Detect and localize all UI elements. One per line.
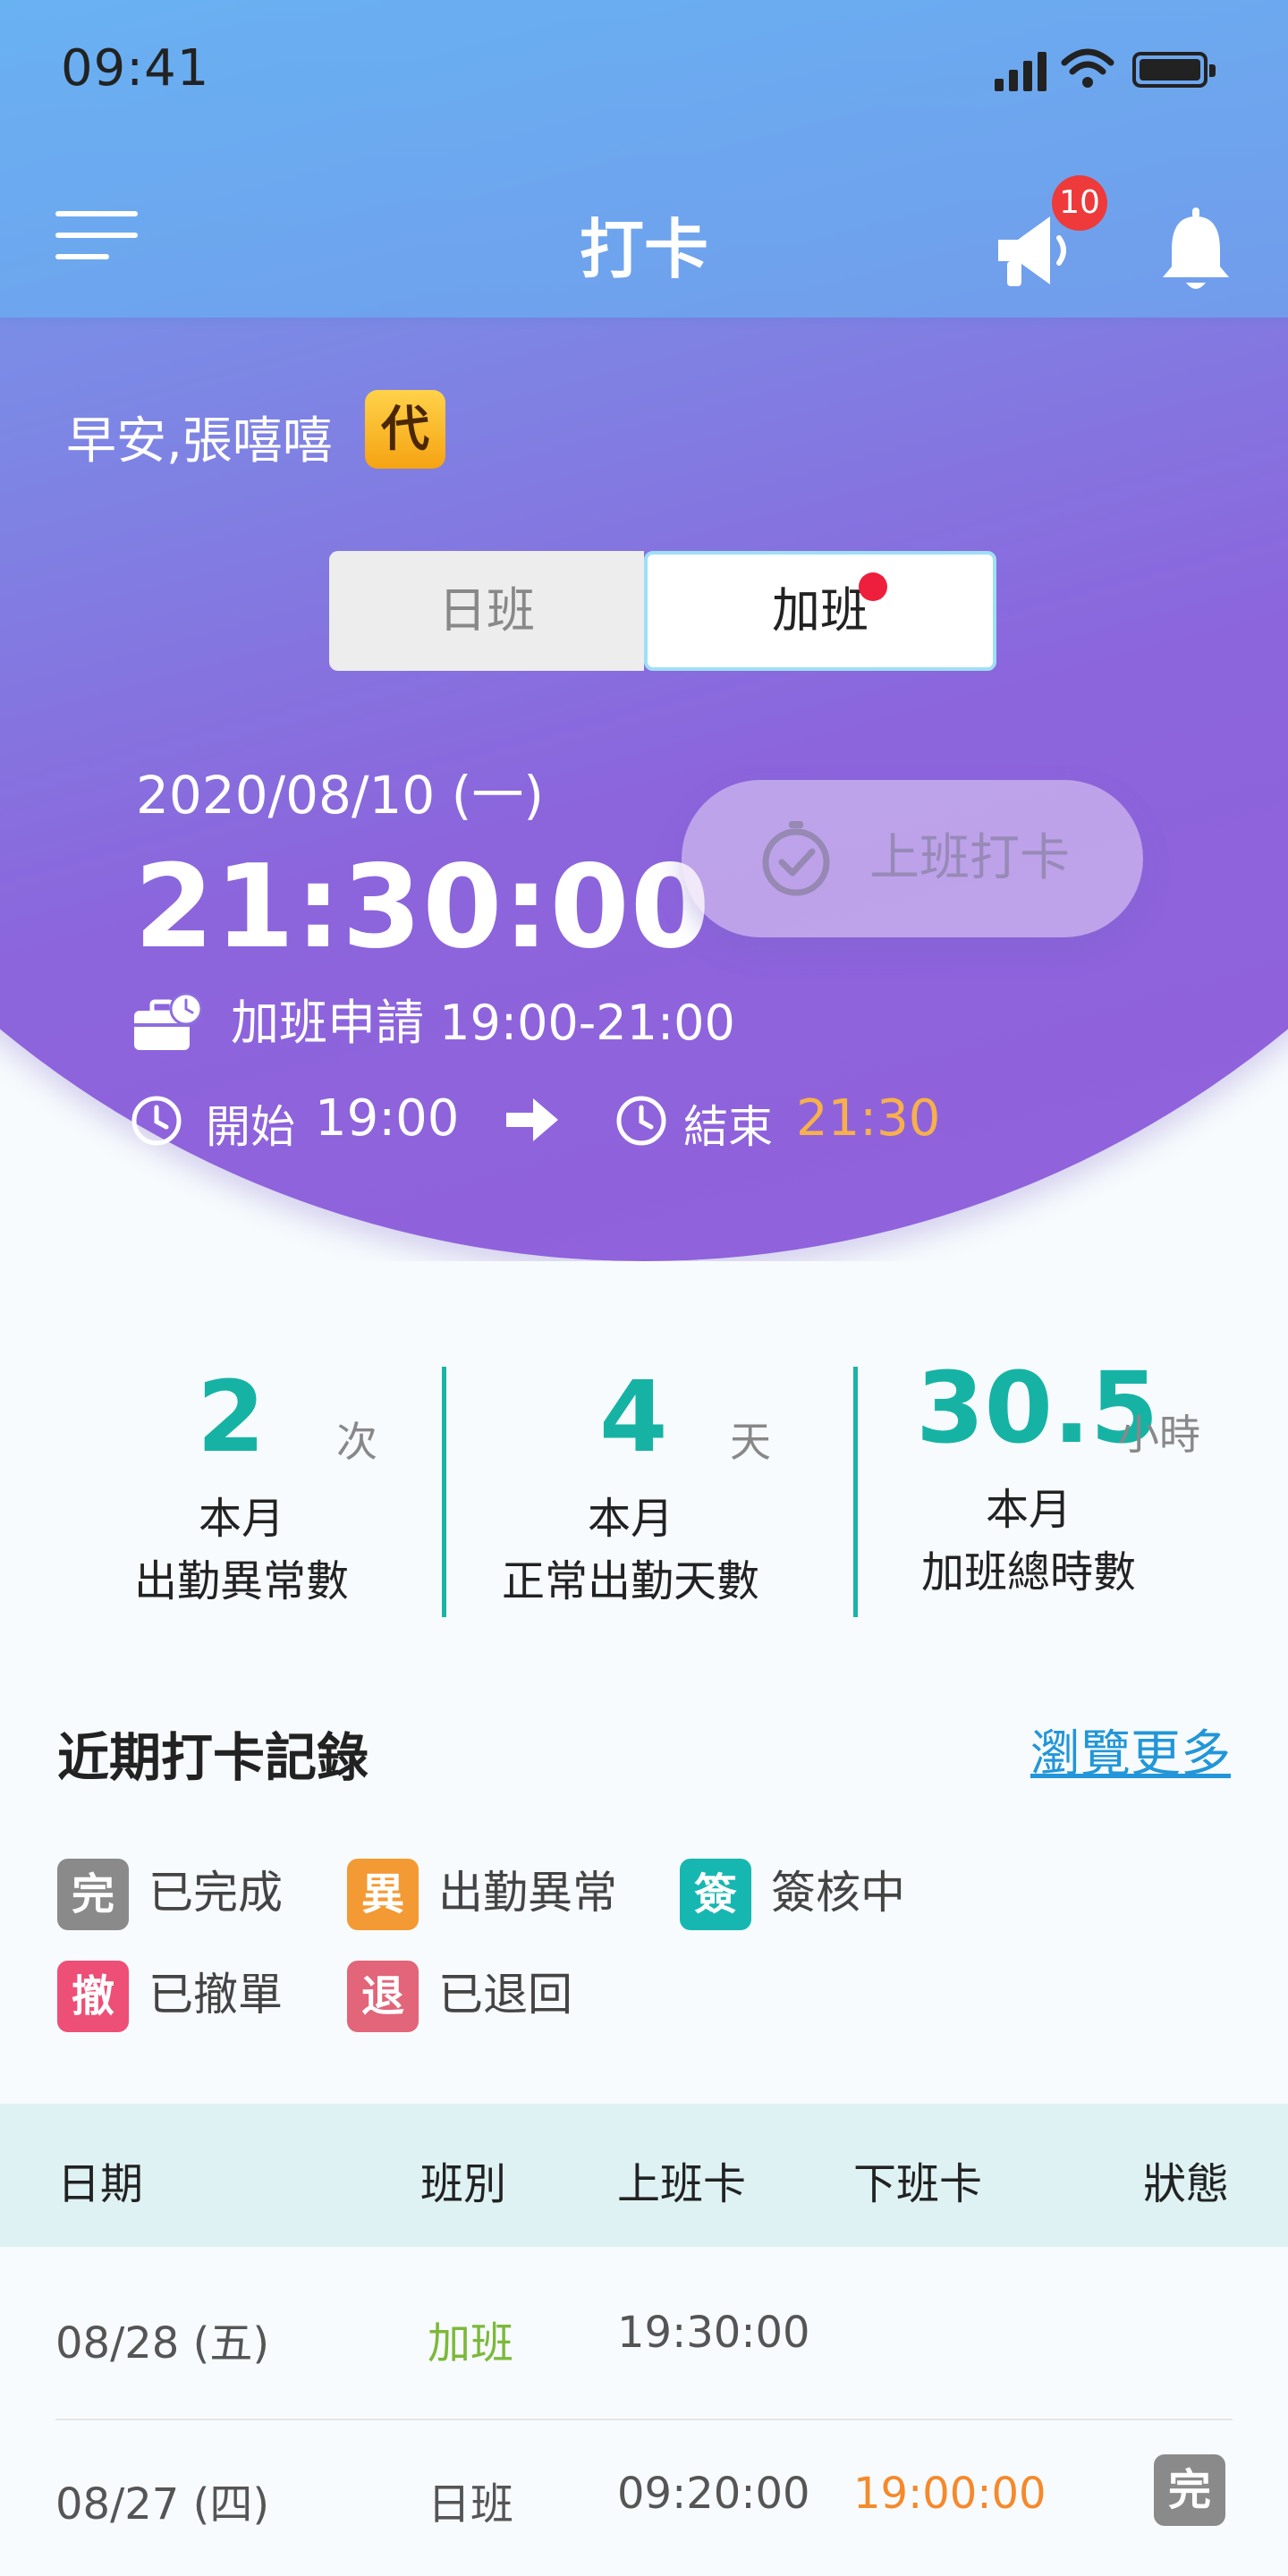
view-more-link[interactable]: 瀏覽更多 (1030, 1714, 1231, 1786)
table-row[interactable]: 08/27 (四) 日班 09:20:00 19:00:00 完 (0, 2419, 1288, 2576)
shift-time-range: 開始 19:00 結束 21:30 (131, 1084, 1114, 1156)
stat-unit: 次 (336, 1418, 377, 1466)
legend-item-abnormal: 異 出勤異常 (347, 1857, 617, 1930)
stat-caption-line1: 本月 (198, 1494, 284, 1544)
row-shift: 日班 (428, 2479, 514, 2529)
end-label: 結束 (683, 1101, 773, 1153)
stat-caption-line2: 加班總時數 (920, 1547, 1136, 1597)
stat-divider (442, 1367, 446, 1617)
battery-icon (1132, 52, 1216, 88)
cellular-signal-icon (995, 52, 1046, 91)
end-time: 21:30 (796, 1089, 941, 1148)
legend-item-approving: 簽 簽核中 (680, 1857, 905, 1930)
bell-icon[interactable] (1156, 206, 1236, 295)
stat-value: 2 (197, 1360, 266, 1474)
status-badge: 完 (1154, 2454, 1225, 2526)
briefcase-clock-icon (134, 992, 202, 1050)
stat-caption-line1: 本月 (985, 1485, 1072, 1535)
start-label: 開始 (206, 1101, 295, 1153)
stat-caption-line2: 出勤異常數 (133, 1556, 349, 1606)
stat-unit: 小時 (1118, 1411, 1200, 1459)
row-date: 08/28 (五) (55, 2318, 270, 2368)
abnormal-tag: 異 (347, 1859, 419, 1930)
returned-tag: 退 (347, 1961, 419, 2032)
stat-abnormal: 2 次 本月 出勤異常數 (98, 1342, 385, 1628)
stat-caption-line2: 正常出勤天數 (501, 1556, 759, 1606)
overtime-notice-dot (859, 572, 887, 601)
row-clock-out: 19:00:00 (853, 2469, 1046, 2519)
current-time: 21:30:00 (134, 841, 711, 974)
status-bar: 09:41 (0, 0, 1288, 143)
table-row[interactable]: 08/28 (五) 加班 19:30:00 (0, 2258, 1288, 2415)
legend-label: 已退回 (438, 1969, 572, 2021)
column-clock-out: 下班卡 (853, 2159, 983, 2209)
stat-value: 4 (599, 1360, 668, 1474)
current-date: 2020/08/10 (一) (136, 765, 544, 826)
row-clock-in: 19:30:00 (617, 2308, 810, 2358)
stat-caption-line1: 本月 (587, 1494, 674, 1544)
punch-in-button[interactable]: 上班打卡 (682, 780, 1143, 937)
greeting-text: 早安,張嘻嘻 (66, 412, 333, 470)
row-clock-in: 09:20:00 (617, 2469, 810, 2519)
records-table-header: 日期 班別 上班卡 下班卡 狀態 (0, 2104, 1288, 2247)
arrow-right-icon (506, 1098, 558, 1141)
wifi-icon (1061, 48, 1114, 88)
status-time: 09:41 (61, 39, 210, 97)
approving-tag: 簽 (680, 1859, 751, 1930)
tab-overtime[interactable]: 加班 (644, 551, 996, 671)
row-shift: 加班 (428, 2318, 514, 2368)
tab-day-shift[interactable]: 日班 (329, 551, 644, 671)
start-time: 19:00 (315, 1089, 460, 1148)
stat-normal-days: 4 天 本月 正常出勤天數 (483, 1342, 778, 1628)
withdrawn-tag: 撤 (57, 1961, 129, 2032)
overtime-request: 加班申請 19:00-21:00 (132, 987, 735, 1059)
column-status: 狀態 (1143, 2159, 1230, 2209)
legend-label: 出勤異常 (438, 1867, 617, 1919)
legend-label: 已完成 (148, 1867, 283, 1919)
clock-icon (131, 1096, 182, 1146)
column-date: 日期 (57, 2159, 144, 2209)
overtime-request-text: 加班申請 19:00-21:00 (231, 995, 735, 1051)
column-clock-in: 上班卡 (617, 2159, 747, 2209)
announcement-badge: 10 (1052, 175, 1107, 231)
stat-overtime-hours: 30.5 小時 本月 加班總時數 (894, 1342, 1234, 1628)
legend-label: 已撤單 (148, 1969, 283, 2021)
clock-icon (616, 1096, 666, 1146)
stopwatch-check-icon (762, 821, 830, 896)
legend-item-completed: 完 已完成 (57, 1857, 283, 1930)
stat-divider (853, 1367, 858, 1617)
legend-item-withdrawn: 撤 已撤單 (57, 1959, 283, 2032)
proxy-tag: 代 (365, 390, 445, 469)
legend-label: 簽核中 (771, 1867, 905, 1919)
monthly-stats: 2 次 本月 出勤異常數 4 天 本月 正常出勤天數 30.5 小時 本月 加班… (0, 1342, 1288, 1628)
row-date: 08/27 (四) (55, 2479, 270, 2529)
completed-tag: 完 (57, 1859, 129, 1930)
column-shift: 班別 (420, 2159, 507, 2209)
punch-button-label: 上班打卡 (869, 829, 1070, 887)
records-title: 近期打卡記錄 (57, 1727, 369, 1788)
legend-item-returned: 退 已退回 (347, 1959, 572, 2032)
stat-unit: 天 (730, 1418, 771, 1466)
